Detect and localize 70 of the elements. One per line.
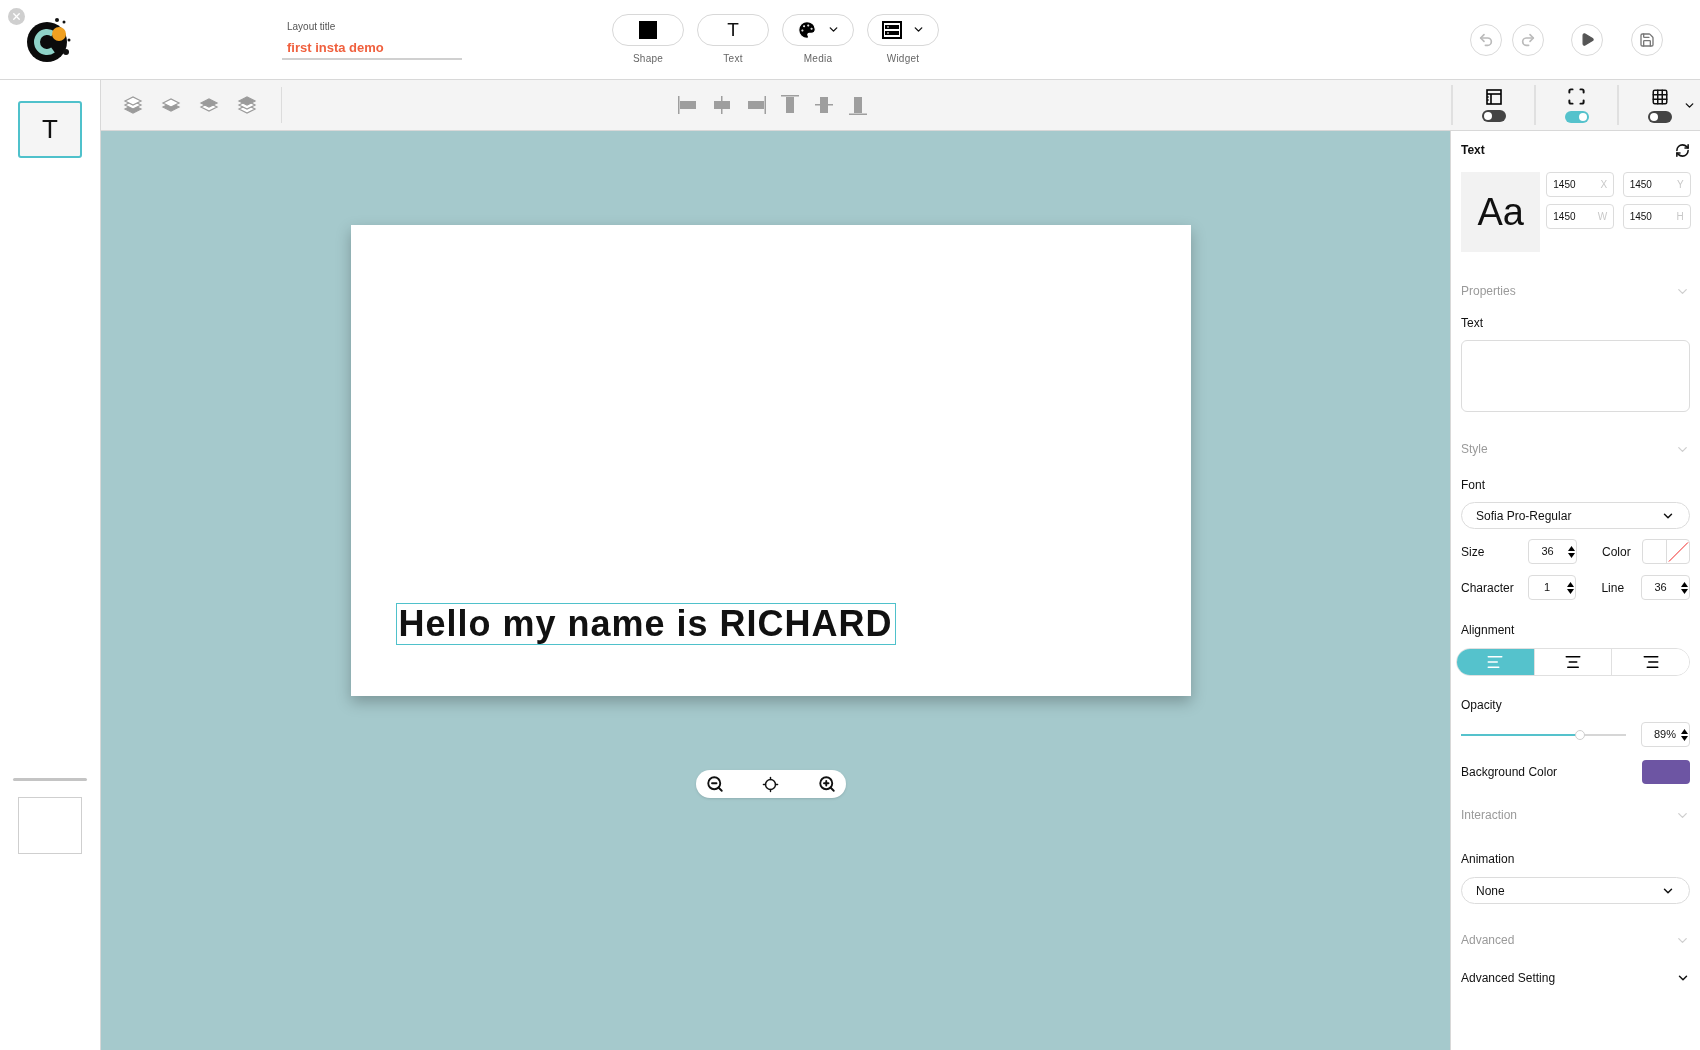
section-header: Advanced [1461,932,1515,949]
section-header: Style [1461,441,1488,458]
zoom-out-icon[interactable] [705,775,724,793]
tool-label: Text [723,51,743,66]
field-label: Layout title [287,19,337,34]
field-label: Alignment [1461,622,1516,639]
tool-label: Media [803,51,833,66]
align-icon[interactable] [779,94,801,116]
grid-icon [1650,87,1669,106]
toggle-switch[interactable] [1564,111,1589,123]
target-icon[interactable] [762,775,779,793]
field-label: Line [1601,579,1626,597]
undo-icon [1478,31,1494,48]
color-swatch[interactable] [1642,539,1690,564]
close-button[interactable] [8,7,25,25]
save-icon [1639,31,1655,48]
section-header: Interaction [1461,807,1518,824]
slide-thumbnail[interactable] [18,797,82,854]
close-icon [11,10,22,22]
tool-glyph: T [727,20,739,39]
section-header: Properties [1461,283,1516,300]
layer-order-icon[interactable] [122,94,144,116]
font-preview: Aa [1461,172,1541,252]
toggle-switch[interactable] [1647,110,1672,123]
square-icon [639,20,657,39]
layer-order-icon[interactable] [236,94,258,116]
redo-icon [1520,31,1536,48]
field-label: Animation [1461,851,1516,868]
field-label: Text [1461,315,1484,332]
align-icon [1641,653,1660,671]
zoom-in-icon[interactable] [817,775,836,793]
text-input[interactable] [1461,340,1690,412]
ruler-icon [1485,88,1502,105]
align-icon[interactable] [711,94,733,116]
stepper-arrows-icon[interactable] [1679,581,1689,594]
advanced-setting-toggle[interactable]: Advanced Setting [1461,969,1690,987]
align-icon[interactable] [813,94,835,116]
field-label: Character [1461,579,1515,597]
field-label: Font [1461,477,1486,494]
panel-title: Text [1461,142,1485,159]
no-color-icon [1666,540,1689,563]
align-icon[interactable] [677,94,699,116]
field-label: Background Color [1461,764,1558,781]
field-label: Size [1461,543,1486,561]
align-icon[interactable] [745,94,767,116]
toggle-switch[interactable] [1481,109,1506,122]
tool-label: Shape [632,51,664,66]
align-icon [1564,653,1582,671]
field-label: Color [1602,543,1632,561]
stepper-arrows-icon[interactable] [1566,545,1576,558]
slide-thumbnail[interactable]: T [18,101,82,158]
frame-icon [1567,87,1586,106]
canvas-text[interactable]: Hello my name is RICHARD [395,603,896,645]
line-stepper[interactable]: 36 [1641,575,1690,600]
palette-icon [796,19,817,40]
opacity-slider[interactable] [1461,729,1626,740]
align-icon [1486,653,1505,671]
background-color-swatch[interactable] [1642,760,1690,784]
tool-label: Widget [886,51,920,66]
stepper-arrows-icon[interactable] [1565,581,1576,594]
refresh-icon[interactable] [1675,142,1690,158]
play-icon [1579,32,1595,47]
field-label: Opacity [1461,697,1503,714]
opacity-stepper[interactable]: 89% [1641,722,1690,747]
alignment-option[interactable] [1611,649,1689,675]
character-stepper[interactable]: 1 [1527,575,1577,600]
list-icon [881,20,902,39]
align-icon[interactable] [847,94,869,116]
stepper-arrows-icon[interactable] [1679,728,1689,741]
size-stepper[interactable]: 36 [1528,539,1577,564]
